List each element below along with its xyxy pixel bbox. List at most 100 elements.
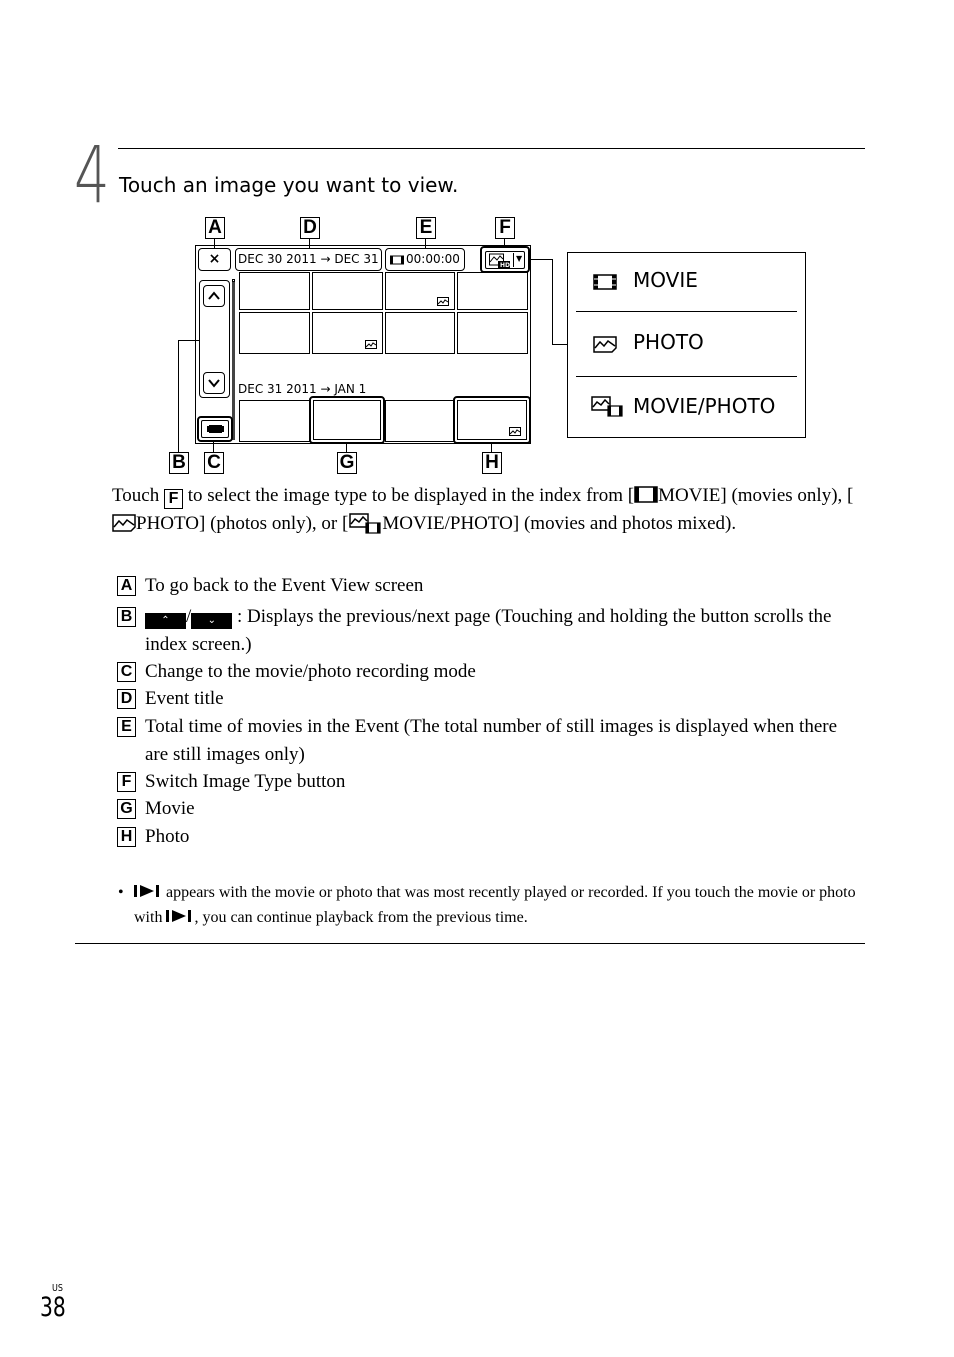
svg-text:HD: HD: [500, 262, 510, 268]
photo-icon: [437, 297, 449, 306]
legend-key: C: [117, 662, 136, 682]
menu-item-movie-photo[interactable]: MOVIE/PHOTO: [568, 377, 805, 439]
legend-key: G: [117, 799, 136, 819]
para-part1: to select the image type to be displayed…: [187, 485, 635, 506]
legend-item-e: E Total time of movies in the Event (The…: [117, 713, 862, 769]
thumbnail[interactable]: [239, 312, 310, 354]
menu-item-photo-label: PHOTO: [633, 330, 704, 354]
thumbnail[interactable]: [457, 312, 528, 354]
page-number: 38: [40, 1292, 66, 1323]
thumbnail[interactable]: [385, 400, 455, 442]
callout-e: E: [416, 217, 436, 239]
legend-text: Movie: [145, 798, 195, 819]
legend-text: Photo: [145, 826, 190, 847]
step-number: 4: [74, 131, 110, 221]
section-end-divider: [75, 943, 865, 944]
photo-icon: [112, 514, 136, 532]
chevron-up-icon: [208, 291, 220, 300]
page-up-button[interactable]: [203, 285, 225, 307]
legend-text: Change to the movie/photo recording mode: [145, 661, 476, 682]
legend-item-g: G Movie: [117, 795, 862, 823]
legend-text: : Displays the previous/next page (Touch…: [145, 606, 832, 655]
callout-g: G: [337, 452, 357, 474]
chevron-down-icon: [208, 379, 220, 388]
thumbnail[interactable]: [457, 272, 528, 310]
thumbnail[interactable]: [312, 312, 383, 354]
thumbnail[interactable]: [239, 272, 310, 310]
total-time-text: 00:00:00: [406, 252, 460, 266]
photo-thumbnail: [457, 400, 527, 440]
photo-thumbnail-highlight[interactable]: [453, 396, 531, 444]
callout-h: H: [482, 452, 502, 474]
photo-icon: [593, 336, 617, 353]
close-button[interactable]: ×: [198, 248, 231, 271]
scrollbar-top: [232, 279, 235, 282]
event-title-2: DEC 31 2011 → JAN 1: [238, 382, 367, 396]
step-instruction: Touch an image you want to view.: [119, 173, 459, 197]
page-down-button[interactable]: [203, 372, 225, 394]
scrollbar[interactable]: [232, 282, 235, 440]
movie-photo-icon: [591, 396, 623, 417]
movie-photo-hd-icon: HD: [489, 253, 511, 268]
legend-item-f: F Switch Image Type button: [117, 768, 862, 796]
camcorder-icon: [207, 425, 224, 433]
para-part2: (movies only), [: [731, 485, 854, 506]
note: • appears with the movie or photo that w…: [118, 880, 858, 930]
thumbnail[interactable]: [385, 312, 455, 354]
resume-playback-icon: [134, 885, 159, 897]
para-movie-photo: MOVIE/PHOTO] (movies and photos mixed).: [382, 513, 737, 534]
menu-item-movie-label: MOVIE: [633, 268, 698, 292]
para-touch: Touch: [112, 485, 160, 506]
legend-key: F: [117, 772, 136, 792]
menu-item-photo[interactable]: PHOTO: [568, 315, 805, 377]
thumbnail[interactable]: [385, 272, 455, 310]
page-up-icon: ⌃: [145, 613, 186, 629]
legend-item-b: B ⌃ / ⌄ : Displays the previous/next page …: [117, 603, 862, 659]
callout-a: A: [205, 217, 225, 239]
event-title-1-text: DEC 30 2011 → DEC 31: [238, 252, 379, 266]
resume-playback-icon: [166, 910, 192, 922]
event-title-1: DEC 30 2011 → DEC 31: [235, 248, 382, 271]
legend-item-a: A To go back to the Event View screen: [117, 572, 862, 600]
legend-text: Total time of movies in the Event (The t…: [145, 716, 838, 765]
film-icon: [390, 255, 404, 265]
menu-connector-v: [552, 259, 553, 344]
page-down-icon: ⌄: [191, 613, 233, 629]
menu-item-movie[interactable]: MOVIE: [568, 253, 805, 315]
dropdown-divider: [513, 253, 514, 267]
para-movie: MOVIE]: [658, 485, 727, 506]
legend-text: Switch Image Type button: [145, 771, 346, 792]
legend-key: E: [117, 717, 136, 737]
section-divider: [118, 148, 865, 149]
film-icon: [593, 274, 617, 290]
photo-icon: [365, 340, 377, 349]
leader-line-b: [178, 340, 179, 452]
movie-thumbnail: [313, 400, 381, 440]
image-type-inner: HD ▼: [485, 251, 525, 269]
callout-d: D: [300, 217, 320, 239]
switch-image-type-button[interactable]: HD ▼: [480, 246, 530, 273]
photo-icon: [509, 427, 521, 436]
movie-thumbnail-highlight[interactable]: [309, 396, 385, 444]
callout-f-inline: F: [163, 489, 183, 509]
menu-separator: [576, 311, 797, 312]
description-paragraph: Touch F to select the image type to be d…: [112, 482, 857, 538]
legend-item-d: D Event title: [117, 685, 862, 713]
legend-key: B: [117, 607, 136, 627]
legend-item-h: H Photo: [117, 823, 862, 851]
bullet: •: [118, 884, 124, 901]
total-time: 00:00:00: [385, 248, 465, 271]
thumbnail[interactable]: [239, 400, 310, 442]
legend-item-c: C Change to the movie/photo recording mo…: [117, 658, 862, 686]
recording-mode-button[interactable]: [197, 416, 233, 442]
leader-line-h: [491, 443, 492, 452]
thumbnail[interactable]: [312, 272, 383, 310]
menu-item-movie-photo-label: MOVIE/PHOTO: [633, 394, 776, 418]
callout-b: B: [169, 452, 189, 474]
legend-text: To go back to the Event View screen: [145, 575, 424, 596]
image-type-menu: MOVIE PHOTO MOVIE/PHOTO: [567, 252, 806, 438]
note-text-2: , you can continue playback from the pre…: [194, 909, 528, 926]
film-icon: [634, 486, 658, 503]
recording-mode-inner: [201, 420, 229, 438]
legend-key: A: [117, 576, 136, 596]
